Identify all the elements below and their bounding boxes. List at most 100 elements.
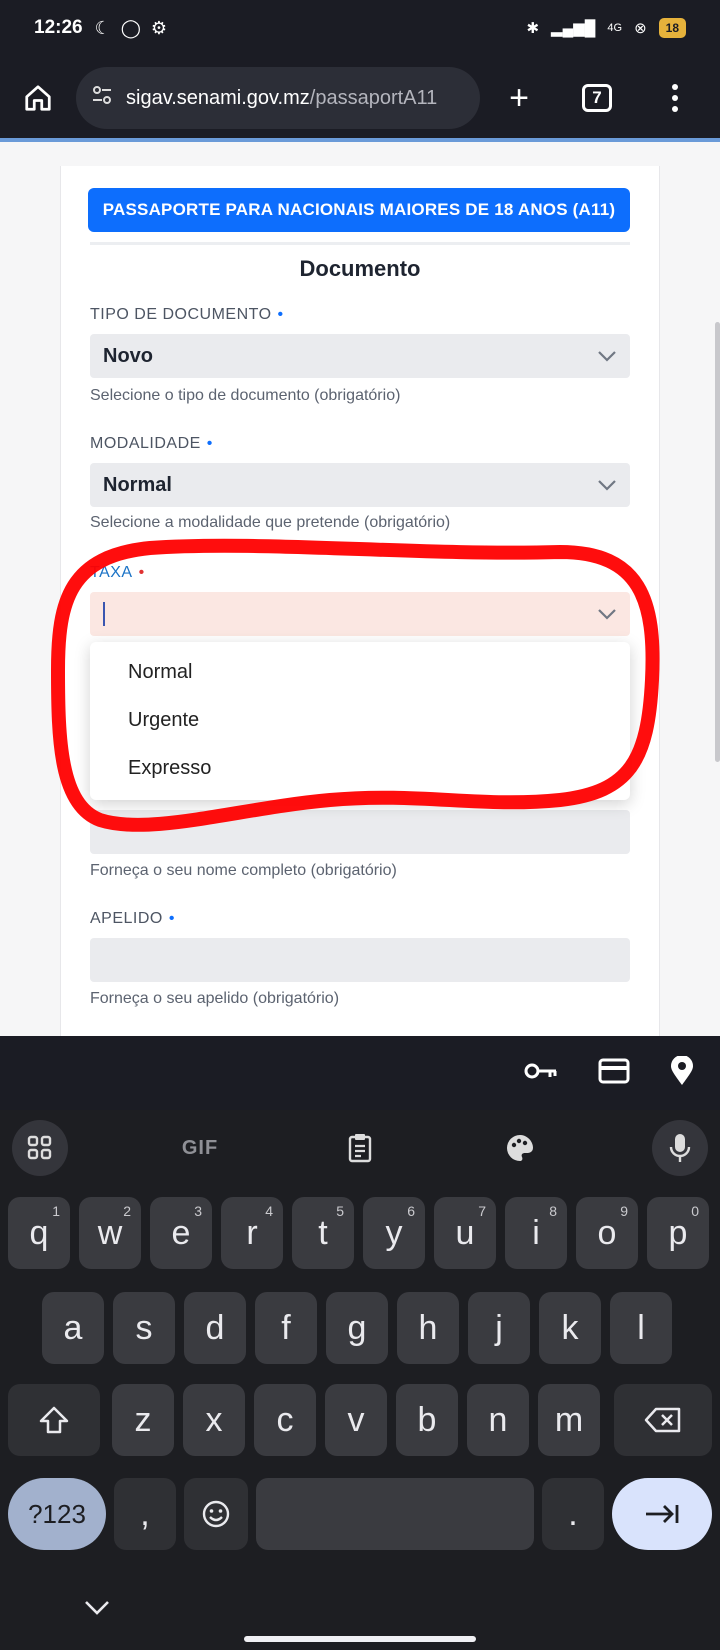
keyboard-row-2: asdfghjkl xyxy=(0,1292,720,1364)
key-v[interactable]: v xyxy=(325,1384,387,1456)
network-type: 4G xyxy=(607,22,623,34)
keyboard: GIF q1w2e3r4t5y6u7i8o9p0 asdfghjkl zxcvb… xyxy=(0,1110,720,1650)
key-icon[interactable] xyxy=(524,1061,558,1086)
taxa-select[interactable] xyxy=(90,592,630,636)
status-bar: 12:26 ☾ ◯ ⚙ ✱ ▂▄▆█ 4G ⊗ 18 xyxy=(0,0,720,56)
location-pin-icon[interactable] xyxy=(670,1054,694,1091)
tipo-documento-label: TIPO DE DOCUMENTO • xyxy=(90,306,284,323)
key-g[interactable]: g xyxy=(326,1292,388,1364)
period-key[interactable]: . xyxy=(542,1478,604,1550)
url-domain: sigav.senami.gov.mz xyxy=(126,86,310,109)
tipo-documento-select[interactable]: Novo xyxy=(90,334,630,378)
key-c[interactable]: c xyxy=(254,1384,316,1456)
more-vert-icon xyxy=(672,84,678,112)
comma-key[interactable]: , xyxy=(114,1478,176,1550)
battery-level: 18 xyxy=(665,21,679,35)
symbols-key[interactable]: ?123 xyxy=(8,1478,106,1550)
key-u[interactable]: u7 xyxy=(434,1197,496,1269)
battery-icon: 18 xyxy=(658,18,686,38)
keyboard-toolbar: GIF xyxy=(0,1110,720,1186)
key-a[interactable]: a xyxy=(42,1292,104,1364)
text-caret xyxy=(103,602,105,626)
apelido-input[interactable] xyxy=(90,938,630,982)
hotspot-icon: ⊗ xyxy=(634,20,647,37)
backspace-key[interactable] xyxy=(614,1384,712,1456)
key-k[interactable]: k xyxy=(539,1292,601,1364)
theme-button[interactable] xyxy=(492,1120,548,1176)
key-z[interactable]: z xyxy=(112,1384,174,1456)
autofill-bar xyxy=(0,1036,720,1110)
url-bar[interactable]: sigav.senami.gov.mz/passaportA11 xyxy=(76,67,480,129)
key-m[interactable]: m xyxy=(538,1384,600,1456)
modalidade-select[interactable]: Normal xyxy=(90,463,630,507)
gesture-home-bar[interactable] xyxy=(244,1636,476,1642)
home-button[interactable] xyxy=(0,83,76,113)
key-f[interactable]: f xyxy=(255,1292,317,1364)
key-x[interactable]: x xyxy=(183,1384,245,1456)
taxa-option-urgente[interactable]: Urgente xyxy=(90,696,630,744)
tipo-documento-value: Novo xyxy=(103,344,153,367)
apelido-help: Forneça o seu apelido (obrigatório) xyxy=(90,990,340,1007)
tab-switcher-button[interactable]: 7 xyxy=(558,84,636,112)
status-time: 12:26 xyxy=(34,17,83,38)
shift-key[interactable] xyxy=(8,1384,100,1456)
key-o[interactable]: o9 xyxy=(576,1197,638,1269)
page-scrollbar[interactable] xyxy=(715,322,720,762)
voice-input-button[interactable] xyxy=(652,1120,708,1176)
palette-icon xyxy=(507,1135,533,1161)
key-h[interactable]: h xyxy=(397,1292,459,1364)
taxa-option-normal[interactable]: Normal xyxy=(90,648,630,696)
whatsapp-icon: ◯ xyxy=(120,17,141,38)
url-path: /passaportA11 xyxy=(309,86,438,109)
keyboard-row-1: q1w2e3r4t5y6u7i8o9p0 xyxy=(0,1197,720,1269)
key-q[interactable]: q1 xyxy=(8,1197,70,1269)
grid-icon xyxy=(27,1135,52,1160)
site-settings-icon[interactable] xyxy=(90,83,114,113)
taxa-dropdown: Normal Urgente Expresso xyxy=(90,642,630,800)
chevron-down-icon xyxy=(597,345,617,368)
tipo-documento-help: Selecione o tipo de documento (obrigatór… xyxy=(90,387,401,404)
keyboard-row-4: ?123 , . xyxy=(0,1478,720,1550)
key-n[interactable]: n xyxy=(467,1384,529,1456)
key-y[interactable]: y6 xyxy=(363,1197,425,1269)
menu-button[interactable] xyxy=(636,84,714,112)
gif-label: GIF xyxy=(181,1136,219,1159)
tab-count: 7 xyxy=(582,84,612,112)
modalidade-value: Normal xyxy=(103,473,172,496)
clipboard-icon xyxy=(348,1134,372,1163)
key-w[interactable]: w2 xyxy=(79,1197,141,1269)
next-key[interactable] xyxy=(612,1478,712,1550)
taxa-option-expresso[interactable]: Expresso xyxy=(90,744,630,792)
key-j[interactable]: j xyxy=(468,1292,530,1364)
key-l[interactable]: l xyxy=(610,1292,672,1364)
clipboard-button[interactable] xyxy=(332,1120,388,1176)
key-p[interactable]: p0 xyxy=(647,1197,709,1269)
key-b[interactable]: b xyxy=(396,1384,458,1456)
chevron-down-icon xyxy=(597,474,617,497)
chevron-down-icon xyxy=(597,603,617,626)
key-i[interactable]: i8 xyxy=(505,1197,567,1269)
key-e[interactable]: e3 xyxy=(150,1197,212,1269)
form-title-button[interactable]: PASSAPORTE PARA NACIONAIS MAIORES DE 18 … xyxy=(88,188,630,232)
apelido-label: APELIDO • xyxy=(90,910,175,927)
gif-button[interactable]: GIF xyxy=(172,1120,228,1176)
shift-icon xyxy=(39,1406,69,1434)
space-key[interactable] xyxy=(256,1478,534,1550)
divider xyxy=(90,242,630,245)
nome-input[interactable] xyxy=(90,810,630,854)
signal-icon: ▂▄▆█ xyxy=(551,20,596,37)
credit-card-icon[interactable] xyxy=(598,1058,630,1089)
nome-help: Forneça o seu nome completo (obrigatório… xyxy=(90,862,397,879)
key-s[interactable]: s xyxy=(113,1292,175,1364)
modalidade-label: MODALIDADE • xyxy=(90,435,213,452)
hide-keyboard-button[interactable] xyxy=(84,1592,110,1623)
emoji-key[interactable] xyxy=(184,1478,248,1550)
microphone-icon xyxy=(669,1134,691,1162)
key-r[interactable]: r4 xyxy=(221,1197,283,1269)
apps-grid-button[interactable] xyxy=(12,1120,68,1176)
key-t[interactable]: t5 xyxy=(292,1197,354,1269)
key-d[interactable]: d xyxy=(184,1292,246,1364)
modalidade-help: Selecione a modalidade que pretende (obr… xyxy=(90,514,451,531)
new-tab-button[interactable]: + xyxy=(480,79,558,118)
emoji-icon xyxy=(202,1500,230,1528)
